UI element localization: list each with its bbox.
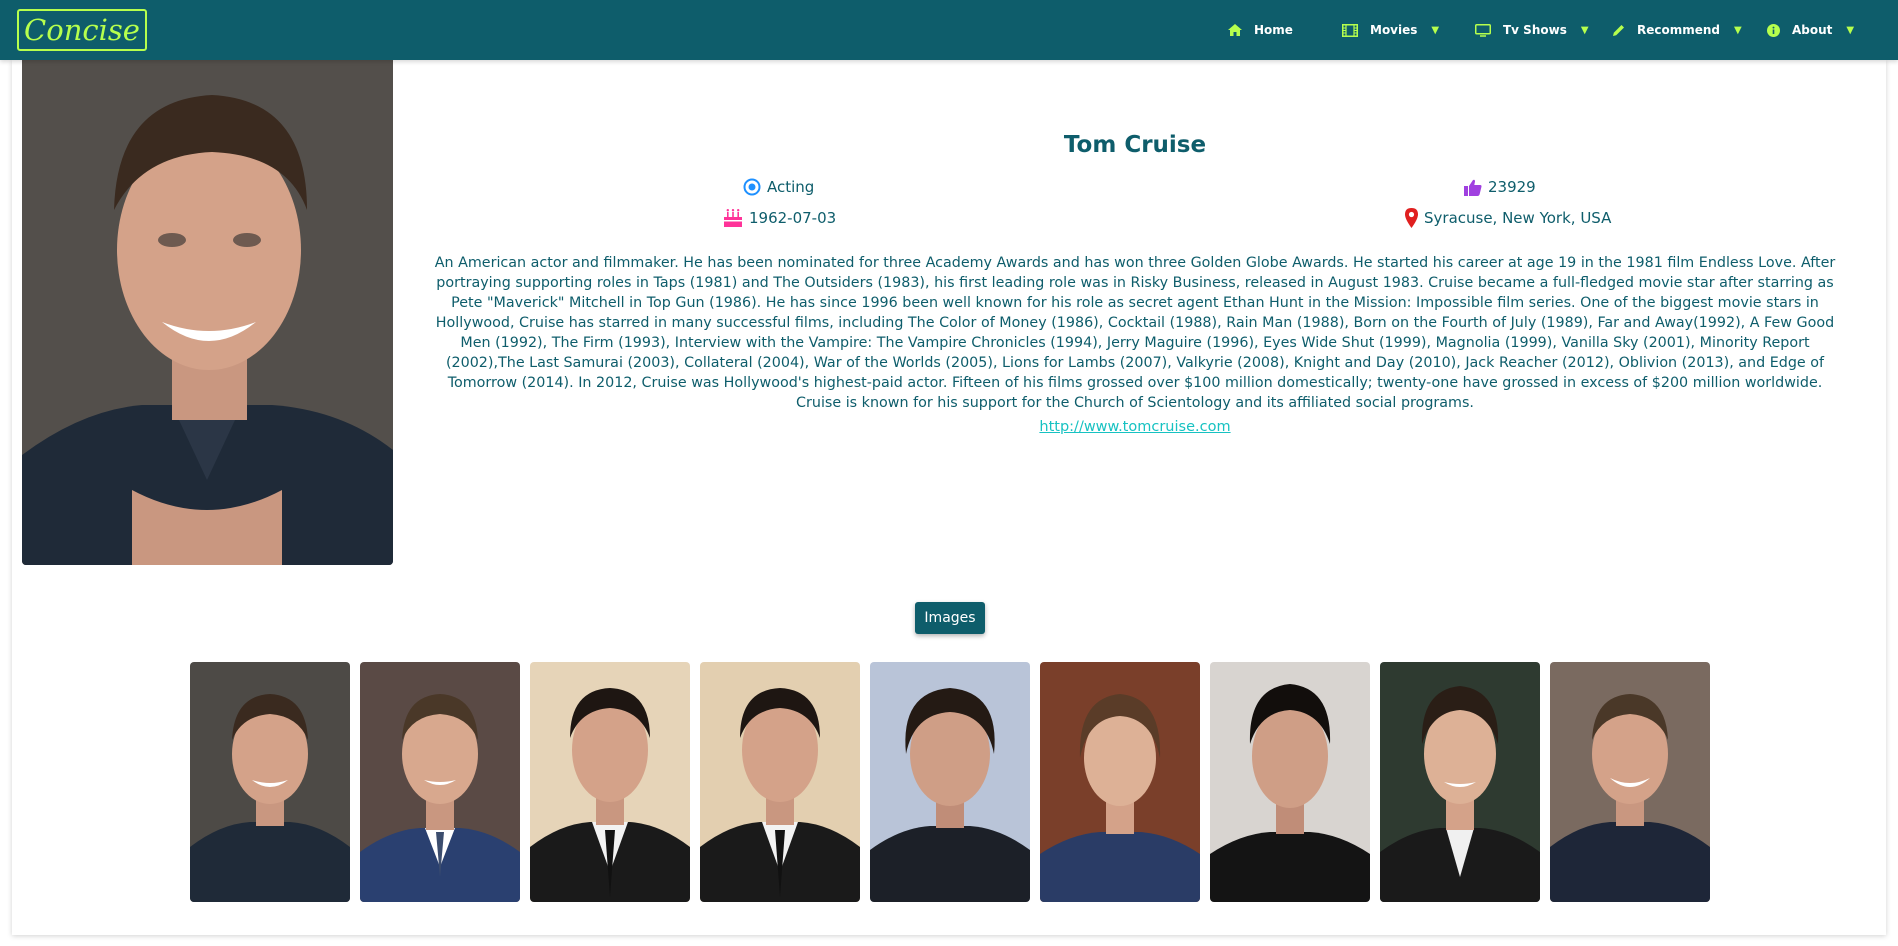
birthday-cake-icon (724, 209, 742, 227)
person-image-thumbnail[interactable] (1040, 662, 1200, 902)
nav-movies[interactable]: Movies ▼ (1342, 0, 1439, 60)
nav-recommend-label: Recommend (1637, 23, 1721, 37)
nav-about-label: About (1792, 23, 1833, 37)
tv-icon (1475, 23, 1491, 37)
images-button[interactable]: Images (915, 602, 985, 634)
home-icon (1228, 24, 1242, 36)
homepage-link-container: http://www.tomcruise.com (430, 419, 1840, 435)
person-image-thumbnail[interactable] (1210, 662, 1370, 902)
person-image-thumbnail[interactable] (700, 662, 860, 902)
map-marker-icon (1405, 208, 1418, 228)
birthday-value: 1962-07-03 (749, 209, 837, 227)
chevron-down-icon: ▼ (1580, 24, 1589, 36)
location-value: Syracuse, New York, USA (1424, 209, 1612, 227)
nav-tv-shows[interactable]: Tv Shows ▼ (1475, 0, 1589, 60)
thumbs-up-icon (1464, 179, 1482, 196)
person-image-thumbnail[interactable] (870, 662, 1030, 902)
department-stat: Acting (743, 178, 814, 196)
chevron-down-icon: ▼ (1431, 24, 1440, 36)
nav-home[interactable]: Home (1228, 0, 1293, 60)
person-image-thumbnail[interactable] (1550, 662, 1710, 902)
department-value: Acting (767, 178, 815, 196)
nav-movies-label: Movies (1370, 23, 1418, 37)
homepage-link[interactable]: http://www.tomcruise.com (1039, 419, 1230, 435)
chevron-down-icon: ▼ (1734, 24, 1742, 36)
location-stat: Syracuse, New York, USA (1405, 208, 1611, 228)
profile-photo (22, 60, 393, 565)
biography: An American actor and filmmaker. He has … (434, 255, 1836, 411)
likes-value: 23929 (1488, 178, 1536, 196)
person-name: Tom Cruise (1063, 132, 1207, 158)
film-icon (1342, 23, 1358, 37)
target-icon (743, 178, 761, 196)
chevron-down-icon: ▼ (1846, 24, 1855, 36)
info-icon (1767, 23, 1780, 37)
nav-tv-shows-label: Tv Shows (1503, 23, 1567, 37)
person-image-thumbnail[interactable] (190, 662, 350, 902)
navbar: Concise Home Movies ▼ Tv Shows ▼ Recomme… (0, 0, 1898, 60)
person-image-thumbnail[interactable] (1380, 662, 1540, 902)
nav-about[interactable]: About ▼ (1767, 0, 1854, 60)
person-image-thumbnail[interactable] (360, 662, 520, 902)
brand-logo[interactable]: Concise (17, 9, 147, 51)
person-image-thumbnail[interactable] (530, 662, 690, 902)
likes-stat: 23929 (1464, 178, 1536, 196)
nav-recommend[interactable]: Recommend ▼ (1612, 0, 1742, 60)
birthday-stat: 1962-07-03 (723, 208, 836, 228)
pencil-icon (1612, 24, 1625, 37)
nav-home-label: Home (1254, 23, 1293, 37)
